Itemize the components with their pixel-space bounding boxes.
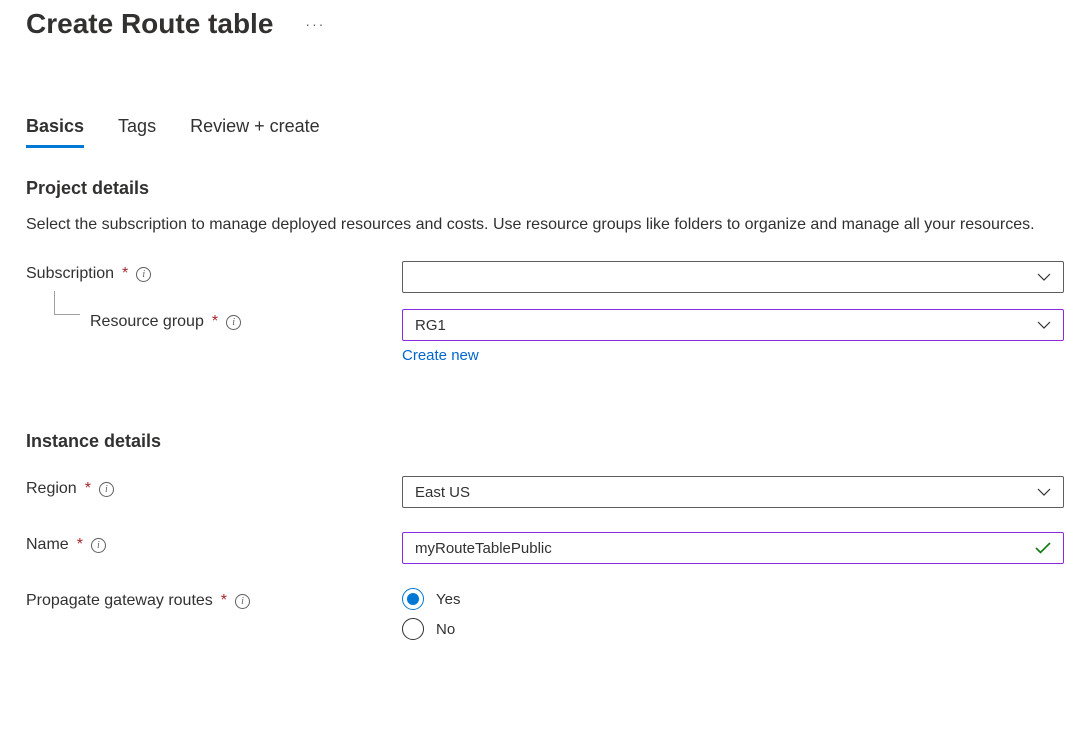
resource-group-label: Resource group bbox=[90, 313, 204, 331]
propagate-label: Propagate gateway routes bbox=[26, 592, 213, 610]
propagate-radio-no[interactable]: No bbox=[402, 618, 1064, 640]
region-select[interactable]: East US bbox=[402, 476, 1064, 508]
resource-group-value: RG1 bbox=[415, 317, 1037, 334]
radio-label-yes: Yes bbox=[436, 591, 460, 608]
tabs: Basics Tags Review + create bbox=[26, 116, 1064, 148]
required-marker: * bbox=[77, 536, 83, 554]
more-actions-icon[interactable]: ··· bbox=[305, 16, 325, 32]
page-title: Create Route table bbox=[26, 8, 273, 40]
info-icon[interactable]: i bbox=[99, 482, 114, 497]
radio-icon bbox=[402, 588, 424, 610]
subscription-select[interactable] bbox=[402, 261, 1064, 293]
info-icon[interactable]: i bbox=[235, 594, 250, 609]
tab-review-create[interactable]: Review + create bbox=[190, 116, 320, 148]
tab-tags[interactable]: Tags bbox=[118, 116, 156, 148]
create-new-link[interactable]: Create new bbox=[402, 347, 479, 364]
info-icon[interactable]: i bbox=[91, 538, 106, 553]
project-details-heading: Project details bbox=[26, 178, 1064, 199]
name-field[interactable]: myRouteTablePublic bbox=[402, 532, 1064, 564]
required-marker: * bbox=[85, 480, 91, 498]
instance-details-heading: Instance details bbox=[26, 431, 1064, 452]
required-marker: * bbox=[122, 265, 128, 283]
name-value: myRouteTablePublic bbox=[415, 540, 552, 557]
subscription-label: Subscription bbox=[26, 265, 114, 283]
tab-basics[interactable]: Basics bbox=[26, 116, 84, 148]
tree-connector bbox=[54, 291, 80, 315]
radio-label-no: No bbox=[436, 621, 455, 638]
required-marker: * bbox=[212, 313, 218, 331]
info-icon[interactable]: i bbox=[136, 267, 151, 282]
radio-icon bbox=[402, 618, 424, 640]
name-label: Name bbox=[26, 536, 69, 554]
check-icon bbox=[1035, 542, 1051, 554]
chevron-down-icon bbox=[1037, 273, 1051, 282]
propagate-radio-yes[interactable]: Yes bbox=[402, 588, 1064, 610]
required-marker: * bbox=[221, 592, 227, 610]
project-details-description: Select the subscription to manage deploy… bbox=[26, 213, 1036, 237]
chevron-down-icon bbox=[1037, 488, 1051, 497]
resource-group-select[interactable]: RG1 bbox=[402, 309, 1064, 341]
chevron-down-icon bbox=[1037, 321, 1051, 330]
region-label: Region bbox=[26, 480, 77, 498]
propagate-radio-group: Yes No bbox=[402, 588, 1064, 640]
region-value: East US bbox=[415, 484, 1037, 501]
info-icon[interactable]: i bbox=[226, 315, 241, 330]
